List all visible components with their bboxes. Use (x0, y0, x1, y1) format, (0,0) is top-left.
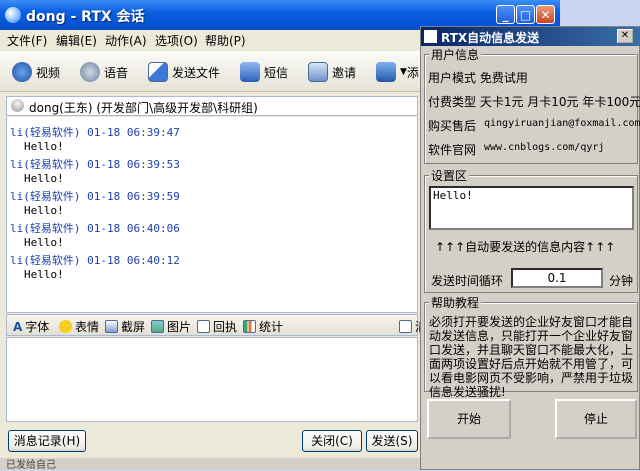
video-button[interactable]: 视频 (12, 61, 60, 83)
video-label: 视频 (36, 65, 61, 80)
send-file-button[interactable]: 发送文件 (148, 61, 220, 83)
screenshot-button[interactable]: 截屏 (105, 318, 145, 335)
user-mode: 用户模式 免费试用 (428, 71, 528, 85)
menu-options[interactable]: 选项(O) (155, 32, 198, 49)
rtx-auto-send-window: RTX自动信息发送 ✕ 用户信息 用户模式 免费试用 付费类型 天卡1元 月卡1… (420, 26, 640, 470)
font-button[interactable]: A 字体 (13, 318, 49, 335)
interval-input[interactable]: 0.1 (511, 268, 603, 288)
sms-button[interactable]: 短信 (240, 61, 288, 83)
minimize-button[interactable]: _ (496, 5, 515, 24)
file-send-icon (148, 62, 168, 82)
seller-label: 购买售后 (428, 119, 477, 133)
picture-icon (151, 320, 164, 333)
message-header: li(轻易软件) 01-18 06:40:06 (10, 222, 180, 235)
invite-icon (308, 62, 328, 82)
help-title: 帮助教程 (429, 294, 482, 311)
message-hint: ↑↑↑自动要发送的信息内容↑↑↑ (435, 240, 616, 254)
message-text: Hello! (24, 236, 64, 249)
stop-button[interactable]: 停止 (555, 399, 637, 439)
status-text: 已发给自己 (6, 460, 56, 471)
site-label: 软件官网 (428, 143, 477, 157)
scissors-icon (105, 320, 118, 333)
interval-unit: 分钟 (609, 274, 634, 288)
window-title: dong - RTX 会话 (26, 9, 145, 25)
font-icon: A (13, 319, 23, 334)
more-button[interactable]: ▼ 添 (376, 61, 419, 83)
settings-title: 设置区 (429, 167, 470, 184)
menu-edit[interactable]: 编辑(E) (56, 32, 97, 49)
chart-icon (243, 320, 256, 333)
sms-label: 短信 (264, 65, 289, 80)
smiley-icon (59, 320, 72, 333)
close-icon[interactable]: ✕ (617, 29, 633, 43)
send-file-label: 发送文件 (172, 65, 221, 80)
rtx-app-icon (5, 7, 21, 23)
webcam-icon (12, 62, 32, 82)
more-label: 添 (406, 65, 419, 80)
folder-icon (376, 62, 396, 82)
clear-icon (399, 320, 412, 333)
interval-label: 发送时间循环 (431, 274, 504, 288)
message-text: Hello! (24, 140, 64, 153)
menu-file[interactable]: 文件(F) (7, 32, 47, 49)
headset-icon (80, 62, 100, 82)
site-url[interactable]: www.cnblogs.com/qyrj (484, 142, 604, 153)
invite-button[interactable]: 邀请 (308, 61, 356, 83)
message-header: li(轻易软件) 01-18 06:39:59 (10, 190, 180, 203)
contact-avatar-icon (11, 99, 24, 112)
stats-button[interactable]: 统计 (243, 318, 283, 335)
seller-email: qingyiruanjian@foxmail.com (484, 118, 640, 129)
conversation-header: dong(王东) (开发部门\高级开发部\科研组) (6, 96, 418, 116)
format-toolbar: A 字体 表情 截屏 图片 回执 统计 清 (6, 314, 427, 336)
receipt-button[interactable]: 回执 (197, 318, 237, 335)
message-header: li(轻易软件) 01-18 06:40:12 (10, 254, 180, 267)
send-button[interactable]: 发送(S) (366, 430, 418, 452)
message-text: Hello! (24, 268, 64, 281)
auto-message-textarea[interactable]: Hello! (429, 186, 634, 230)
history-button[interactable]: 消息记录(H) (8, 430, 86, 452)
close-button[interactable]: 关闭(C) (302, 430, 362, 452)
rtx-title-bar[interactable]: RTX自动信息发送 ✕ (421, 27, 640, 46)
invite-label: 邀请 (332, 65, 357, 80)
message-header: li(轻易软件) 01-18 06:39:47 (10, 126, 180, 139)
menu-action[interactable]: 动作(A) (105, 32, 147, 49)
voice-label: 语音 (104, 65, 129, 80)
chat-history[interactable]: li(轻易软件) 01-18 06:39:47 Hello! li(轻易软件) … (6, 117, 418, 313)
dropdown-arrow-icon: ▼ (400, 67, 407, 77)
message-text: Hello! (24, 204, 64, 217)
conversation-contact: dong(王东) (开发部门\高级开发部\科研组) (29, 101, 258, 115)
maximize-button[interactable]: □ (516, 5, 535, 24)
message-header: li(轻易软件) 01-18 06:39:53 (10, 158, 180, 171)
close-window-button[interactable]: ✕ (536, 5, 555, 24)
receipt-icon (197, 320, 210, 333)
rtx-window-title: RTX自动信息发送 (441, 31, 540, 45)
sms-icon (240, 62, 260, 82)
image-button[interactable]: 图片 (151, 318, 191, 335)
app-icon (424, 30, 437, 43)
payment-type: 付费类型 天卡1元 月卡10元 年卡100元 (428, 95, 640, 109)
user-info-title: 用户信息 (429, 46, 482, 63)
voice-button[interactable]: 语音 (80, 61, 128, 83)
help-text: 必须打开要发送的企业好友窗口才能自动发送信息，只能打开一个企业好友窗口发送，并且… (429, 315, 634, 399)
message-text: Hello! (24, 172, 64, 185)
menu-help[interactable]: 帮助(P) (205, 32, 246, 49)
start-button[interactable]: 开始 (427, 399, 511, 439)
message-input[interactable] (6, 337, 418, 422)
emoticon-button[interactable]: 表情 (59, 318, 99, 335)
